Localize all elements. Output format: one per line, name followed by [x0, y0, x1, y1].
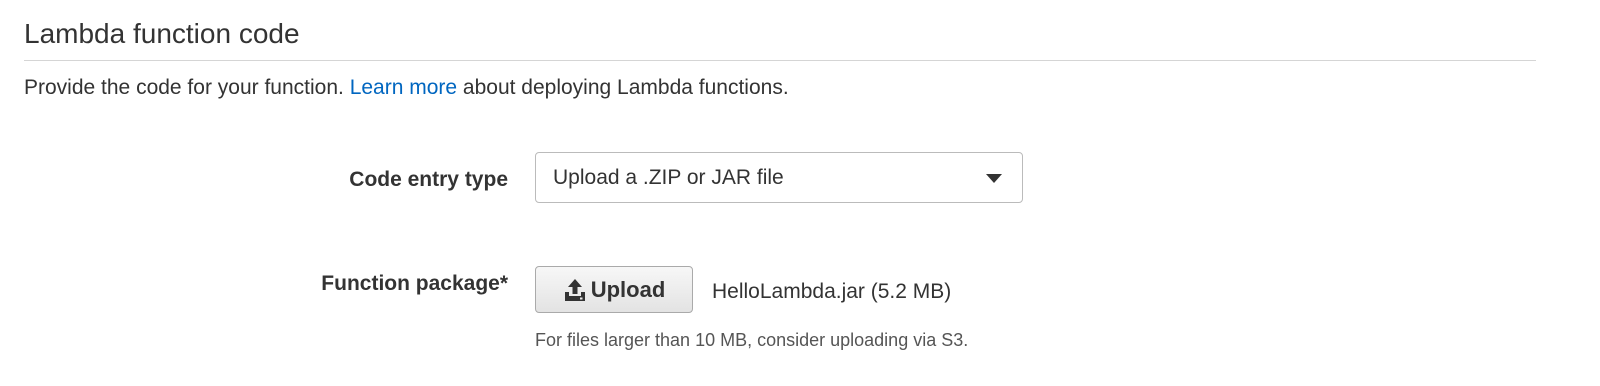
lambda-function-code-section: Lambda function code Provide the code fo…	[0, 0, 1600, 386]
upload-button-label: Upload	[590, 276, 666, 302]
section-divider	[24, 60, 1536, 61]
learn-more-link[interactable]: Learn more	[350, 76, 457, 99]
selected-file-name: HelloLambda.jar (5.2 MB)	[712, 280, 952, 303]
function-package-label: Function package*	[321, 272, 508, 295]
upload-button[interactable]: Upload	[535, 266, 693, 313]
upload-icon	[563, 277, 587, 303]
caret-down-icon	[986, 174, 1002, 183]
code-entry-type-select[interactable]: Upload a .ZIP or JAR file	[535, 152, 1023, 203]
section-title: Lambda function code	[24, 18, 300, 49]
description-text-after: about deploying Lambda functions.	[457, 76, 789, 99]
upload-help-text: For files larger than 10 MB, consider up…	[535, 330, 969, 350]
section-description: Provide the code for your function. Lear…	[24, 72, 789, 104]
code-entry-type-label: Code entry type	[349, 168, 508, 191]
code-entry-type-selected-value: Upload a .ZIP or JAR file	[553, 166, 784, 189]
description-text-before: Provide the code for your function.	[24, 76, 350, 99]
